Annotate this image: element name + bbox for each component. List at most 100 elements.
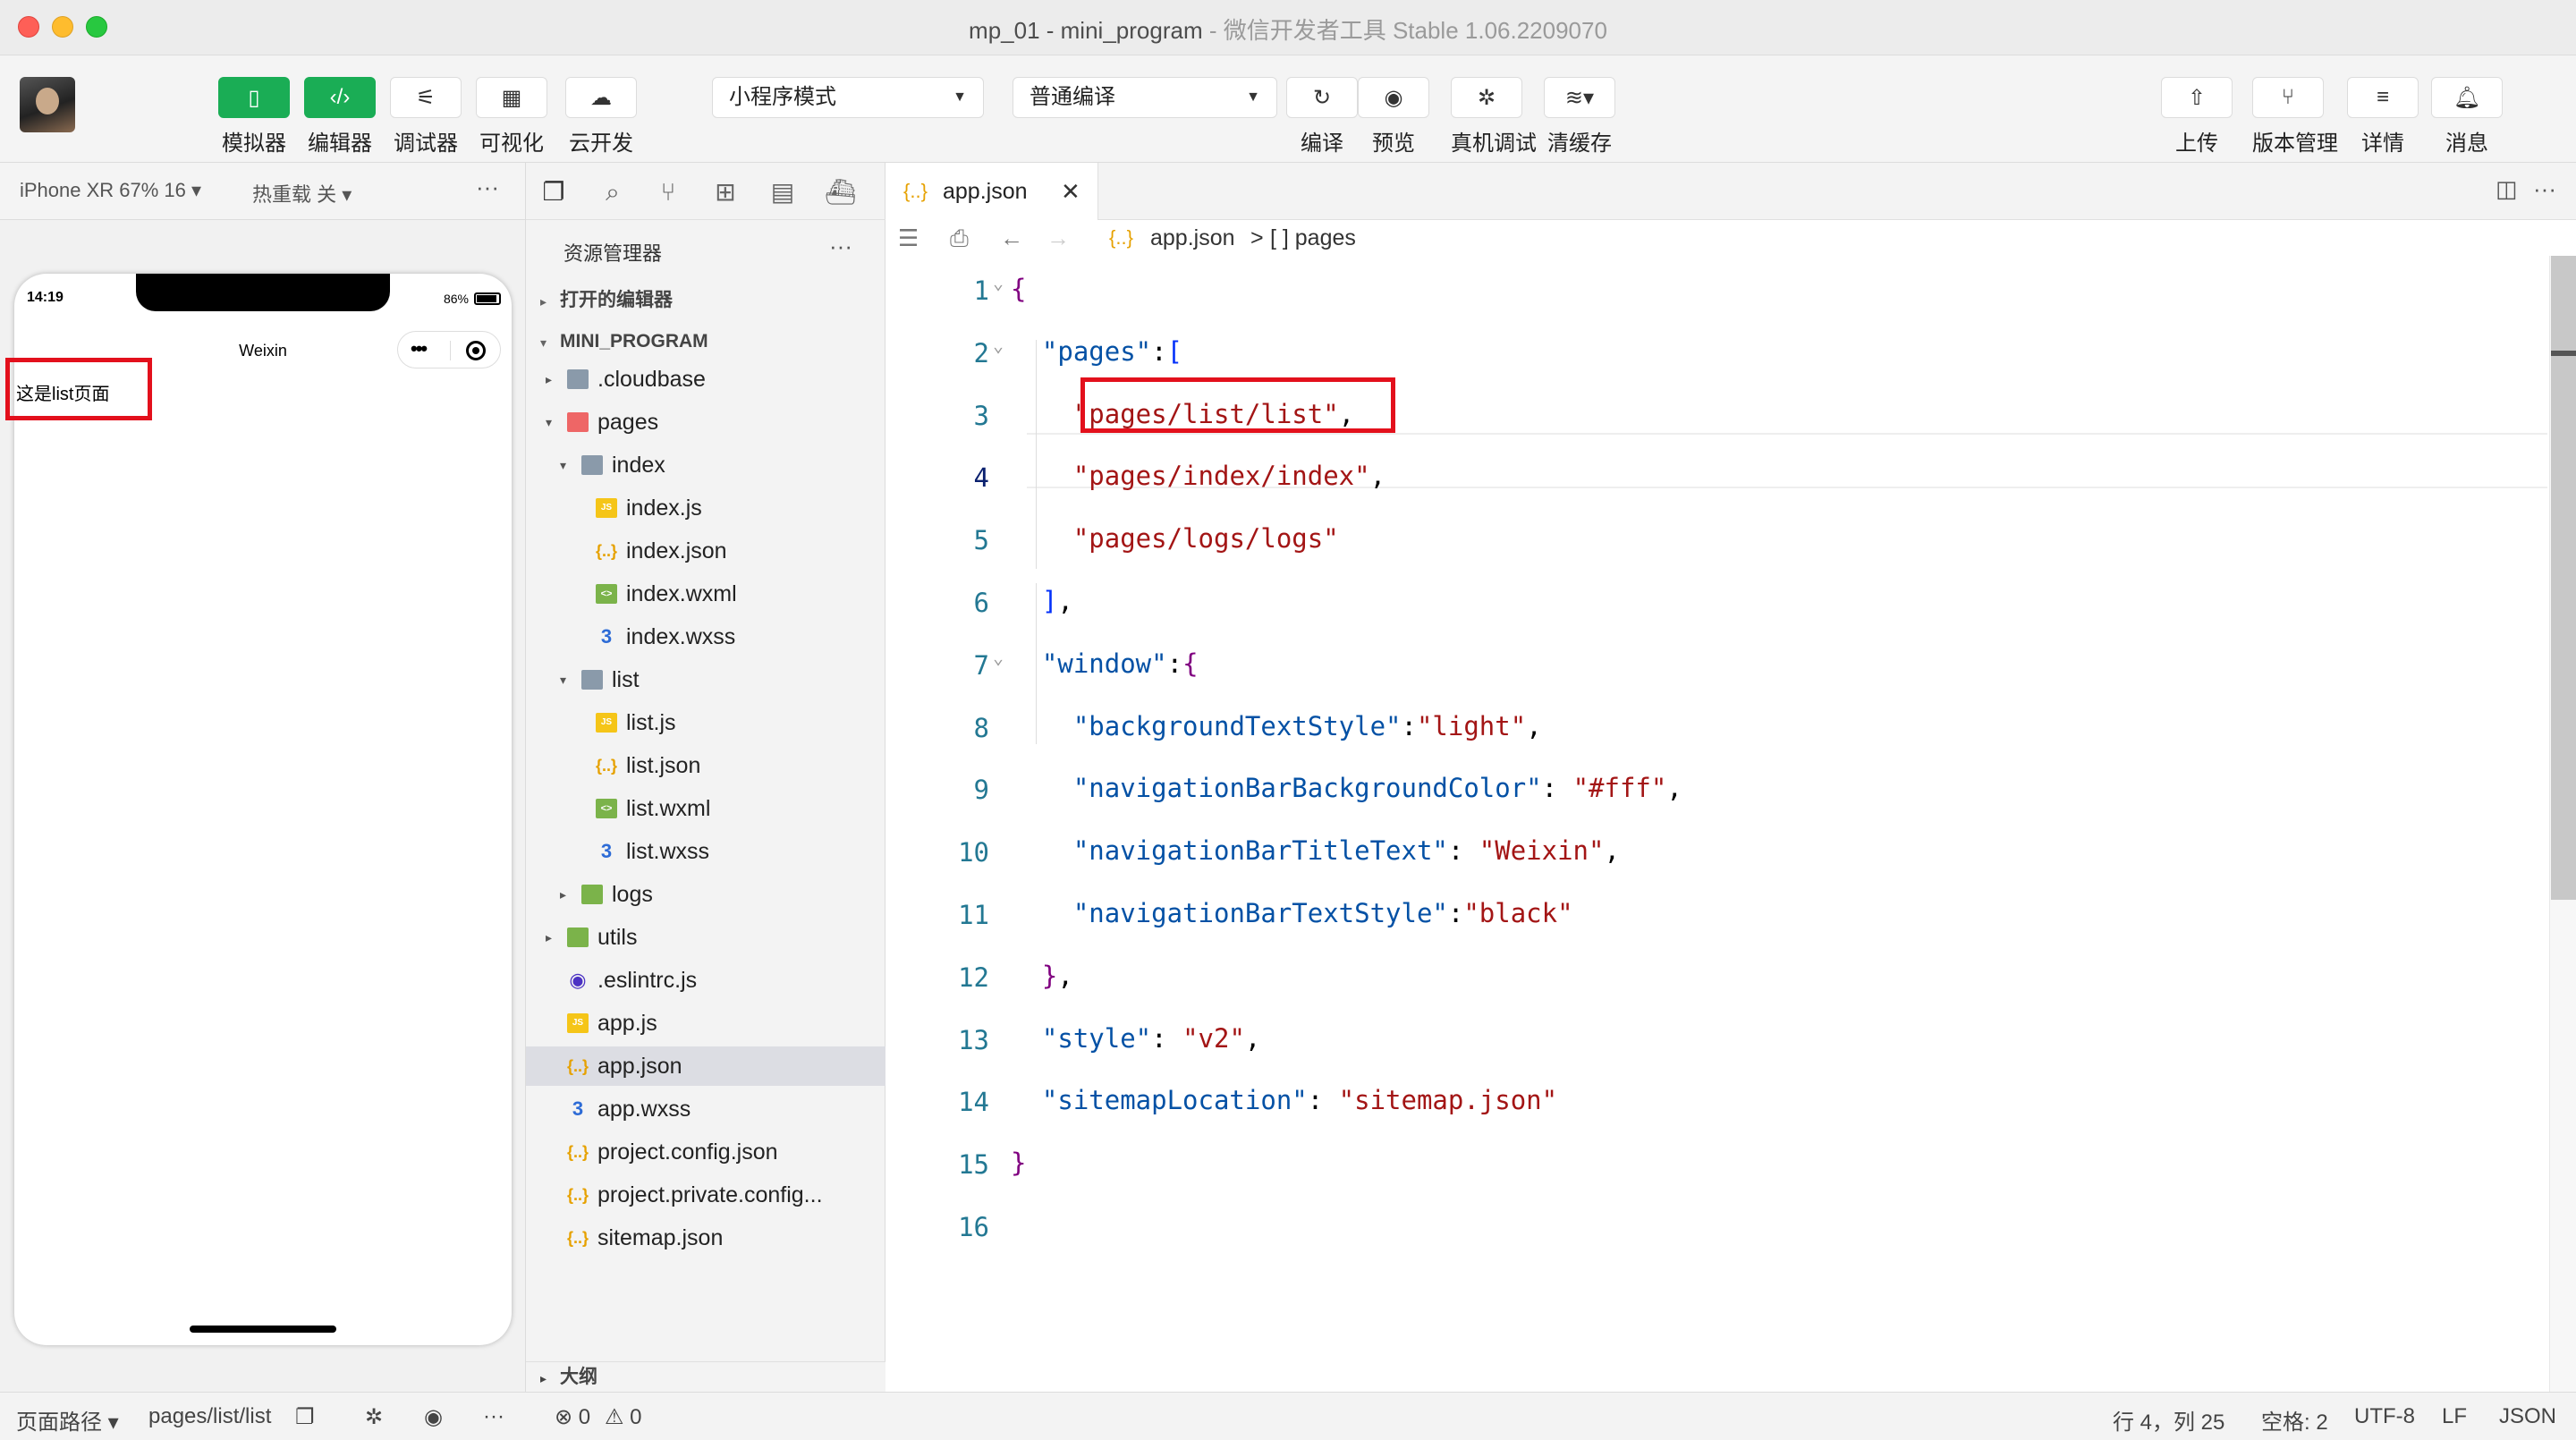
tree-item[interactable]: JS list.js (526, 703, 886, 742)
compile-button[interactable]: ↻ 编译 (1286, 77, 1358, 157)
highlight-box (5, 358, 152, 420)
tree-item[interactable]: {..} project.private.config... (526, 1175, 886, 1215)
debugger-button[interactable]: ⚟ 调试器 (390, 77, 462, 157)
tree-item[interactable]: ▸ logs (526, 875, 886, 914)
extensions-icon[interactable]: ⊞ (710, 177, 741, 208)
fold-chevron-icon[interactable]: ⌄ (993, 647, 1004, 668)
language-mode[interactable]: JSON (2499, 1404, 2556, 1429)
bug-icon[interactable]: ✲ (365, 1404, 383, 1430)
remote-debug-button[interactable]: ✲ 真机调试 (1451, 77, 1537, 157)
visual-button[interactable]: ▦ 可视化 (476, 77, 547, 157)
device-select[interactable]: iPhone XR 67% 16 ▾ (20, 179, 201, 202)
tree-item[interactable]: ▾ list (526, 660, 886, 699)
cloud-dev-button[interactable]: ☁ 云开发 (565, 77, 637, 157)
tree-item[interactable]: {..} sitemap.json (526, 1218, 886, 1258)
tab-app-json[interactable]: {..} app.json ✕ (886, 163, 1098, 220)
messages-button[interactable]: 🔔︎ 消息 (2431, 77, 2503, 157)
code-line: "navigationBarBackgroundColor": "#fff", (1072, 773, 1682, 804)
tree-item[interactable]: JS index.js (526, 488, 886, 528)
back-arrow-icon[interactable]: ← (1000, 220, 1023, 256)
close-icon[interactable]: ✕ (1061, 163, 1080, 220)
tree-item-label: pages (597, 410, 659, 435)
code-line: "window":{ (1041, 648, 1199, 679)
tree-item[interactable]: 3 list.wxss (526, 832, 886, 871)
code-line: "pages/index/index", (1072, 461, 1386, 492)
tree-item[interactable]: <> index.wxml (526, 574, 886, 614)
tree-item[interactable]: ▸ .cloudbase (526, 360, 886, 399)
simulator-more-button[interactable]: ··· (476, 174, 499, 201)
files-icon[interactable]: ❐ (538, 177, 569, 208)
project-section[interactable]: ▾ MINI_PROGRAM (526, 324, 886, 360)
tree-item[interactable]: ▸ utils (526, 918, 886, 957)
tree-item-label: list.wxml (626, 796, 711, 821)
preview-button[interactable]: ◉ 预览 (1358, 77, 1429, 157)
tree-item-label: .eslintrc.js (597, 968, 698, 993)
tree-item[interactable]: ◉ .eslintrc.js (526, 961, 886, 1000)
menu-capsule[interactable]: ••• (397, 331, 501, 368)
folder-icon (581, 455, 603, 475)
statusbar-more-button[interactable]: ··· (483, 1404, 504, 1429)
upload-button[interactable]: ⇧ 上传 (2161, 77, 2233, 157)
editor-button[interactable]: ‹/› 编辑器 (304, 77, 376, 157)
forward-arrow-icon[interactable]: → (1046, 220, 1070, 256)
simulator-button[interactable]: ▯ 模拟器 (218, 77, 290, 157)
version-button[interactable]: ⑂ 版本管理 (2252, 77, 2338, 157)
editor-more-button[interactable]: ··· (2533, 175, 2556, 203)
tree-item-label: index (612, 453, 665, 478)
scrollbar-cursor-marker (2551, 351, 2576, 356)
chevron-down-icon: ▼ (1246, 89, 1260, 105)
clear-cache-button[interactable]: ≋▾ 清缓存 (1544, 77, 1615, 157)
outline-section[interactable]: ▸ 大纲 (526, 1361, 886, 1392)
storage-icon[interactable]: ▤ (767, 177, 798, 208)
json-file-icon: {..} (1109, 226, 1133, 249)
warning-count[interactable]: ⚠ 0 (605, 1404, 642, 1430)
json-file-icon: {..} (567, 1143, 589, 1161)
more-dots-icon[interactable]: ••• (411, 337, 428, 360)
source-control-icon[interactable]: ⑂ (653, 177, 683, 208)
docker-icon[interactable]: ⛴ (825, 177, 857, 208)
copy-icon[interactable]: ❐ (295, 1404, 315, 1430)
code-line: "pages":[ (1041, 335, 1183, 367)
indentation[interactable]: 空格: 2 (2261, 1404, 2328, 1436)
error-count[interactable]: ⊗ 0 (555, 1404, 590, 1430)
json-file-icon: {..} (596, 757, 618, 775)
close-circle-icon[interactable] (466, 341, 486, 360)
breadcrumb-file[interactable]: app.json (1150, 220, 1235, 256)
eye-icon[interactable]: ◉ (424, 1404, 443, 1430)
js-file-icon: JS (596, 713, 617, 733)
tree-item[interactable]: {..} list.json (526, 746, 886, 785)
tree-item-label: app.js (597, 1011, 657, 1036)
fold-chevron-icon[interactable]: ⌄ (993, 272, 1004, 293)
open-editors-section[interactable]: ▸ 打开的编辑器 (526, 283, 886, 318)
tree-item[interactable]: {..} project.config.json (526, 1132, 886, 1172)
tree-item[interactable]: ▾ pages (526, 402, 886, 442)
tree-item[interactable]: {..} index.json (526, 531, 886, 571)
line-number: 3 (973, 400, 989, 431)
cursor-position[interactable]: 行 4，列 25 (2113, 1404, 2224, 1436)
bookmark-icon[interactable]: ⎙ (950, 220, 969, 256)
json-file-icon: {..} (567, 1057, 589, 1075)
tree-item[interactable]: 3 app.wxss (526, 1089, 886, 1129)
tree-item[interactable]: ▾ index (526, 445, 886, 485)
avatar[interactable] (20, 77, 75, 132)
page-path-label[interactable]: 页面路径 ▾ (16, 1404, 119, 1436)
split-editor-icon[interactable]: ◫ (2496, 175, 2518, 203)
list-icon[interactable]: ☰ (898, 220, 919, 256)
encoding[interactable]: UTF-8 (2354, 1404, 2415, 1429)
line-ending[interactable]: LF (2442, 1404, 2467, 1429)
hot-reload-select[interactable]: 热重载 关 ▾ (252, 179, 352, 208)
fold-chevron-icon[interactable]: ⌄ (993, 335, 1004, 356)
tree-item[interactable]: <> list.wxml (526, 789, 886, 828)
breadcrumb-node[interactable]: [ ] pages (1270, 220, 1356, 256)
tree-item[interactable]: JS app.js (526, 1004, 886, 1043)
compile-select[interactable]: 普通编译 ▼ (1013, 77, 1277, 118)
tree-item[interactable]: {..} app.json (526, 1046, 886, 1086)
line-number: 11 (958, 900, 989, 930)
explorer-more-button[interactable]: ··· (829, 233, 852, 260)
code-line: } (1011, 1148, 1027, 1179)
search-icon[interactable]: ⌕ (597, 177, 628, 208)
tree-item[interactable]: 3 index.wxss (526, 617, 886, 656)
details-button[interactable]: ≡ 详情 (2347, 77, 2419, 157)
mode-select[interactable]: 小程序模式 ▼ (712, 77, 984, 118)
explorer-panel: ❐ ⌕ ⑂ ⊞ ▤ ⛴ 资源管理器 ··· ▸ 打开的编辑器 ▾ MINI_PROG… (526, 163, 886, 1392)
